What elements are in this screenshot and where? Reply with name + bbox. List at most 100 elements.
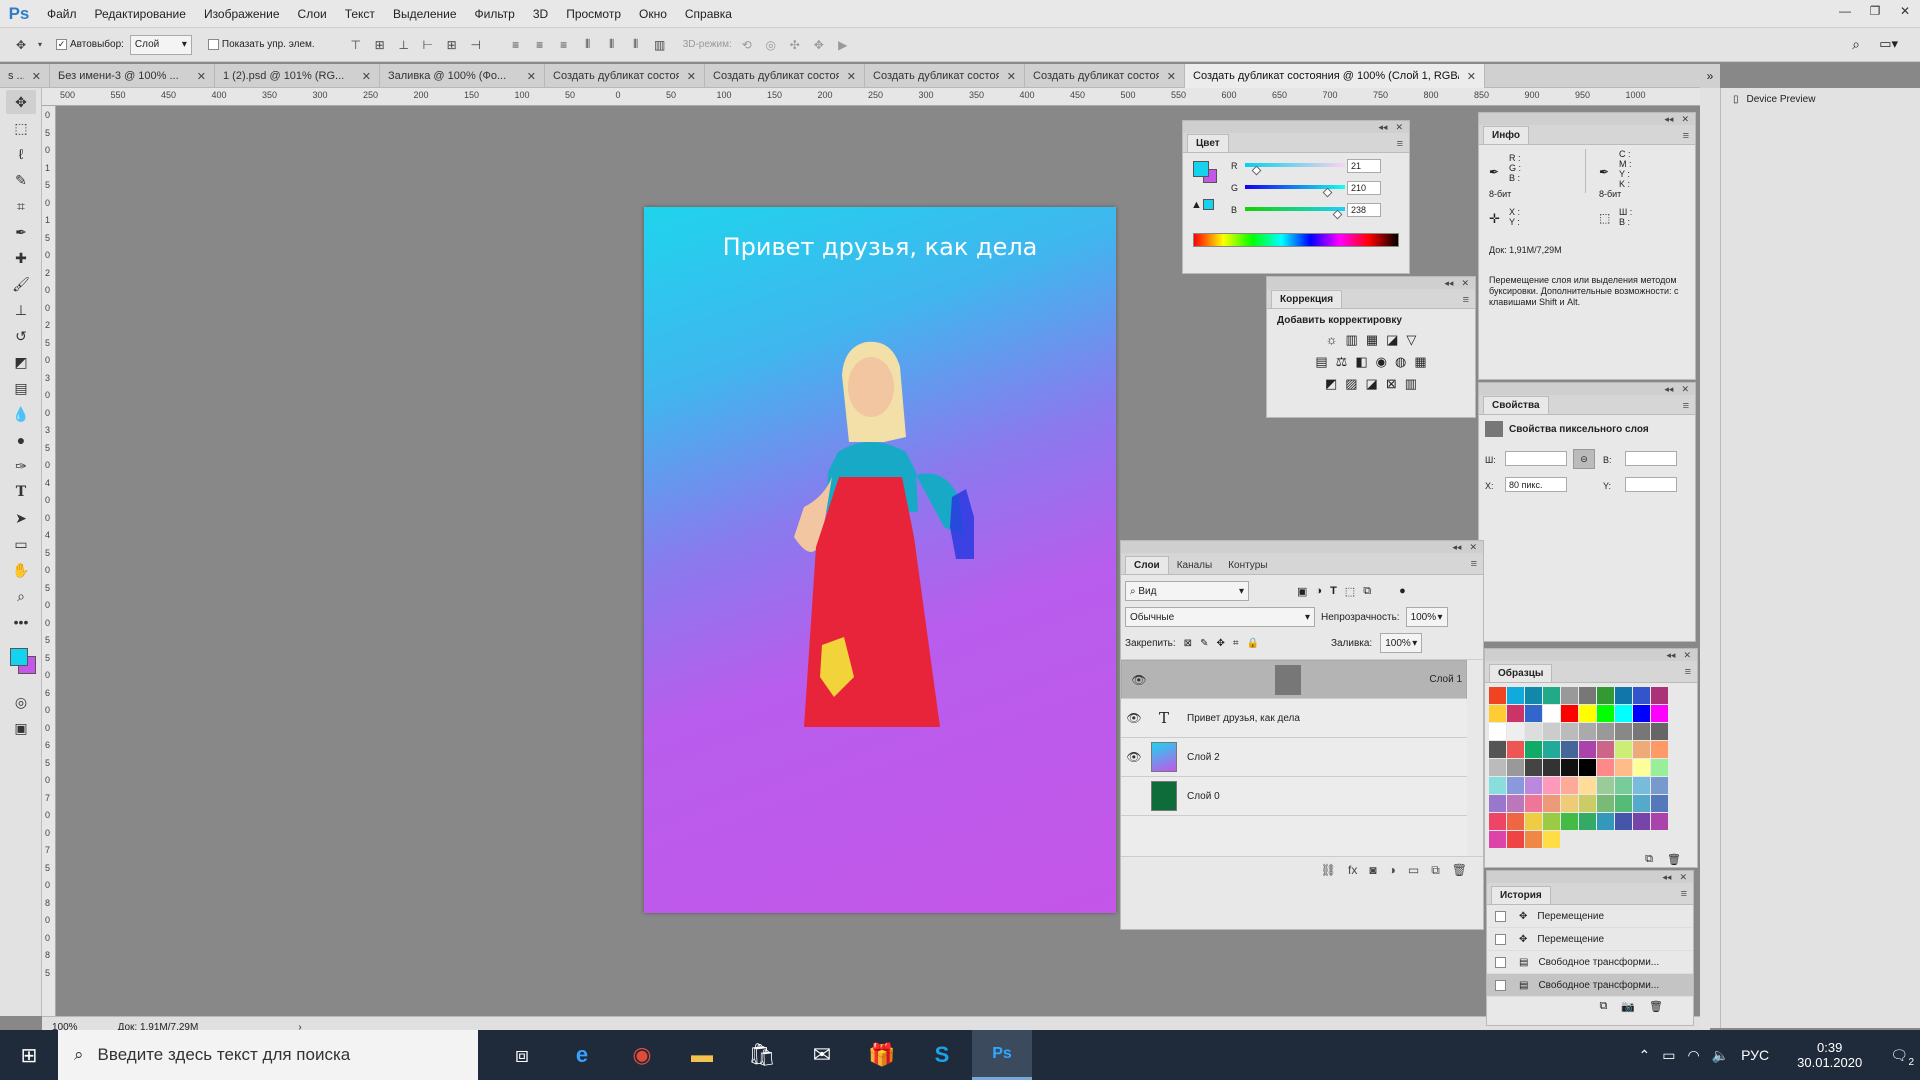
layer-row[interactable]: 👁 Слой 2	[1121, 738, 1467, 777]
swatch[interactable]	[1543, 741, 1560, 758]
menu-item[interactable]: Просмотр	[557, 7, 630, 21]
battery-icon[interactable]: ▭	[1662, 1047, 1675, 1064]
invert-icon[interactable]: ◩	[1325, 376, 1337, 392]
history-item[interactable]: ▤ Свободное трансформи...	[1487, 951, 1693, 974]
close-icon[interactable]: ✕	[847, 70, 856, 83]
close-icon[interactable]: ✕	[362, 70, 371, 83]
rectangle-tool-icon[interactable]: ▭	[6, 532, 36, 556]
close-icon[interactable]: ✕	[32, 70, 41, 83]
close-icon[interactable]: ✕	[1683, 650, 1691, 661]
tab-channels[interactable]: Каналы	[1168, 557, 1221, 574]
swatch[interactable]	[1525, 777, 1542, 794]
swatch[interactable]	[1633, 777, 1650, 794]
menu-item[interactable]: Фильтр	[466, 7, 524, 21]
task-view-icon[interactable]: ⧈	[492, 1030, 552, 1080]
swatch[interactable]	[1525, 831, 1542, 848]
panel-menu-icon[interactable]: ≡	[1463, 294, 1469, 306]
swatch[interactable]	[1543, 831, 1560, 848]
tab-adjustments[interactable]: Коррекция	[1271, 290, 1343, 308]
swatch[interactable]	[1489, 759, 1506, 776]
3d-roll-icon[interactable]: ◎	[762, 36, 780, 54]
move-tool-icon[interactable]: ✥	[6, 90, 36, 114]
lock-transparent-icon[interactable]: ⊠	[1184, 638, 1192, 649]
document-tab[interactable]: Без имени-3 @ 100% ... ✕	[50, 64, 215, 88]
trash-icon[interactable]: 🗑	[1649, 1000, 1663, 1013]
link-icon[interactable]: ⛓	[1321, 863, 1336, 878]
tab-info[interactable]: Инфо	[1483, 126, 1529, 144]
collapse-icon[interactable]: ◂◂	[1662, 872, 1671, 883]
path-select-icon[interactable]: ➤	[6, 506, 36, 530]
menu-item[interactable]: Текст	[336, 7, 384, 21]
distribute-left-icon[interactable]: ⦀	[579, 36, 597, 54]
skype-icon[interactable]: S	[912, 1030, 972, 1080]
document-tab[interactable]: Создать дубликат состояния @ 100% (Слой …	[1185, 64, 1485, 88]
swatch[interactable]	[1651, 795, 1668, 812]
g-input[interactable]: 210	[1347, 181, 1381, 195]
3d-rotate-icon[interactable]: ⟲	[738, 36, 756, 54]
clock[interactable]: 0:39 30.01.2020	[1797, 1040, 1862, 1070]
warning-icon[interactable]: ▲	[1191, 199, 1202, 211]
swatch[interactable]	[1633, 741, 1650, 758]
fill-input[interactable]: 100% ▾	[1380, 633, 1423, 653]
swatch[interactable]	[1489, 795, 1506, 812]
gift-icon[interactable]: 🎁	[852, 1030, 912, 1080]
layer-filter-dropdown[interactable]: ⌕ Вид ▾	[1125, 581, 1249, 601]
swatch[interactable]	[1633, 759, 1650, 776]
device-preview-button[interactable]: ▯ Device Preview	[1721, 88, 1920, 111]
distribute-right-icon[interactable]: ⦀	[627, 36, 645, 54]
swatch[interactable]	[1651, 723, 1668, 740]
close-icon[interactable]: ✕	[1681, 114, 1689, 125]
menu-item[interactable]: Справка	[676, 7, 741, 21]
close-icon[interactable]: ✕	[1461, 278, 1469, 289]
visibility-icon[interactable]: 👁	[1121, 711, 1147, 725]
swatch[interactable]	[1597, 777, 1614, 794]
new-document-from-state-icon[interactable]: ⧉	[1599, 1000, 1607, 1013]
swatch[interactable]	[1579, 813, 1596, 830]
layer-row[interactable]: Слой 0	[1121, 777, 1467, 816]
color-swatches[interactable]	[6, 638, 36, 686]
swatch[interactable]	[1507, 687, 1524, 704]
swatch[interactable]	[1633, 723, 1650, 740]
new-swatch-icon[interactable]: ⧉	[1645, 853, 1653, 866]
quick-select-tool-icon[interactable]: ✎	[6, 168, 36, 192]
swatch[interactable]	[1633, 795, 1650, 812]
align-bottom-icon[interactable]: ⊥	[395, 36, 413, 54]
history-brush-source[interactable]	[1495, 956, 1506, 968]
document-tab[interactable]: s ... ✕	[0, 64, 50, 88]
swatch[interactable]	[1525, 813, 1542, 830]
close-icon[interactable]: ✕	[197, 70, 206, 83]
menu-item[interactable]: Изображение	[195, 7, 289, 21]
swatch[interactable]	[1561, 795, 1578, 812]
swatch[interactable]	[1561, 723, 1578, 740]
opacity-input[interactable]: 100% ▾	[1405, 607, 1448, 627]
swatch[interactable]	[1489, 723, 1506, 740]
close-icon[interactable]: ✕	[1469, 542, 1477, 553]
tabs-overflow-icon[interactable]: »	[1700, 64, 1720, 88]
panel-menu-icon[interactable]: ≡	[1685, 666, 1691, 678]
document-tab[interactable]: 1 (2).psd @ 101% (RG... ✕	[215, 64, 380, 88]
language-indicator[interactable]: РУС	[1741, 1047, 1769, 1063]
document-tab[interactable]: Создать дубликат состояния ✕	[1025, 64, 1185, 88]
taskbar-search[interactable]: ⌕ Введите здесь текст для поиска	[58, 1030, 478, 1080]
swatch[interactable]	[1597, 705, 1614, 722]
close-icon[interactable]: ✕	[1681, 384, 1689, 395]
r-slider[interactable]	[1245, 163, 1345, 167]
more-tools-icon[interactable]: •••	[6, 610, 36, 634]
swatch[interactable]	[1489, 741, 1506, 758]
swatch[interactable]	[1651, 813, 1668, 830]
r-slider-thumb[interactable]	[1251, 165, 1262, 176]
align-right-icon[interactable]: ⊣	[467, 36, 485, 54]
y-input[interactable]	[1625, 477, 1677, 492]
swatch[interactable]	[1543, 759, 1560, 776]
bw-icon[interactable]: ◧	[1355, 354, 1367, 370]
screen-mode-icon[interactable]: ▣	[6, 716, 36, 740]
lock-pixels-icon[interactable]: ✎	[1200, 638, 1208, 649]
swatch[interactable]	[1579, 723, 1596, 740]
collapse-icon[interactable]: ◂◂	[1664, 114, 1673, 125]
minimize-icon[interactable]: —	[1830, 0, 1860, 22]
brightness-icon[interactable]: ☼	[1326, 332, 1338, 348]
document-tab[interactable]: Заливка @ 100% (Фо... ✕	[380, 64, 545, 88]
gradient-tool-icon[interactable]: ▤	[6, 376, 36, 400]
trash-icon[interactable]: 🗑	[1667, 853, 1681, 866]
history-brush-source[interactable]	[1495, 933, 1506, 945]
